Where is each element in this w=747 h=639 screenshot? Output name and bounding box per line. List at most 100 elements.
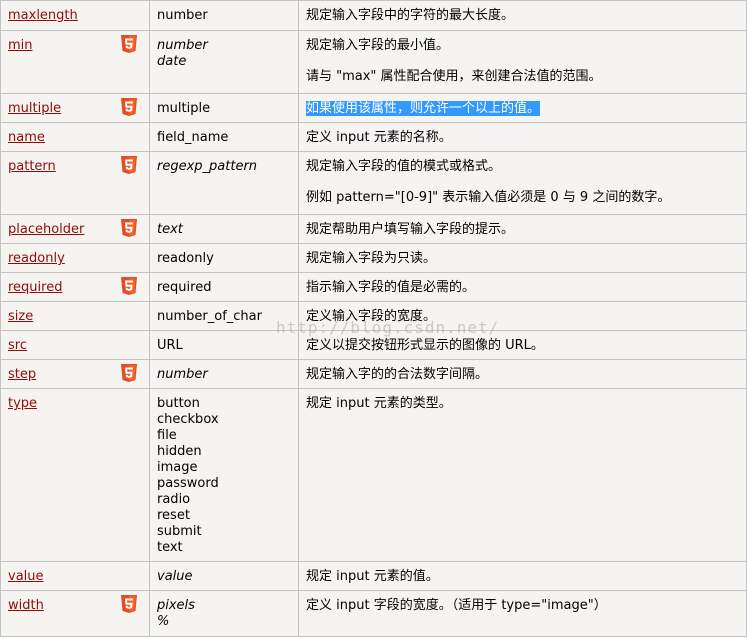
- description-cell: 规定 input 元素的类型。: [298, 388, 747, 562]
- attribute-value: file: [157, 428, 177, 443]
- description-cell: 定义以提交按钮形式显示的图像的 URL。: [298, 330, 747, 360]
- description-line: 规定帮助用户填写输入字段的提示。: [306, 222, 515, 237]
- attribute-cell: multiple: [0, 93, 150, 123]
- attribute-value: reset: [157, 508, 190, 523]
- description-line: 请与 "max" 属性配合使用，来创建合法值的范围。: [306, 69, 602, 84]
- table-row: type button checkbox file hidden image passwor…: [0, 388, 747, 562]
- attribute-link-size[interactable]: size: [8, 309, 33, 324]
- value-cell: number: [149, 359, 299, 389]
- table-row: width pixels% 定义 input 字段的宽度。（适用于 type="im…: [0, 590, 747, 637]
- attribute-value: text: [157, 222, 183, 237]
- table-row: readonly readonly 规定输入字段为只读。: [0, 243, 747, 273]
- attribute-link-name[interactable]: name: [8, 130, 45, 145]
- attribute-value: %: [157, 614, 170, 629]
- attribute-value: regexp_pattern: [157, 159, 258, 174]
- attribute-cell: width: [0, 590, 150, 637]
- attribute-value: readonly: [157, 251, 214, 266]
- attribute-value: required: [157, 280, 212, 295]
- description-text: 规定 input 元素的值。: [306, 569, 739, 585]
- description-line: 定义 input 元素的名称。: [306, 130, 452, 145]
- description-cell: 指示输入字段的值是必需的。: [298, 272, 747, 302]
- table-row: required required 指示输入字段的值是必需的。: [0, 272, 747, 302]
- table-row: min number date 规定输入字段的最小值。 请与 "max" 属性配合使用，…: [0, 30, 747, 94]
- attribute-link-min[interactable]: min: [8, 38, 33, 53]
- value-cell: number_of_char: [149, 301, 299, 331]
- attribute-value: date: [157, 54, 187, 69]
- value-cell: field_name: [149, 122, 299, 152]
- description-text: 定义 input 字段的宽度。（适用于 type="image"）: [306, 598, 739, 614]
- attribute-cell: size: [0, 301, 150, 331]
- attribute-cell: src: [0, 330, 150, 360]
- html5-icon: [121, 156, 137, 174]
- html5-icon: [121, 364, 137, 382]
- value-cell: URL: [149, 330, 299, 360]
- table-row: pattern regexp_pattern 规定输入字段的值的模式或格式。 例如 p…: [0, 151, 747, 215]
- attribute-cell: min: [0, 30, 150, 94]
- attribute-cell: readonly: [0, 243, 150, 273]
- attribute-link-readonly[interactable]: readonly: [8, 251, 65, 266]
- description-cell: 定义 input 字段的宽度。（适用于 type="image"）: [298, 590, 747, 637]
- description-line: 定义 input 字段的宽度。（适用于 type="image"）: [306, 598, 607, 613]
- attribute-cell: type: [0, 388, 150, 562]
- attribute-link-width[interactable]: width: [8, 598, 44, 613]
- description-cell: 定义输入字段的宽度。: [298, 301, 747, 331]
- description-line: 规定 input 元素的类型。: [306, 396, 452, 411]
- table-row: src URL 定义以提交按钮形式显示的图像的 URL。: [0, 330, 747, 360]
- table-row: size number_of_char 定义输入字段的宽度。: [0, 301, 747, 331]
- description-text: 定义以提交按钮形式显示的图像的 URL。: [306, 338, 739, 354]
- description-text: 规定输入字段的值的模式或格式。: [306, 159, 739, 175]
- attribute-link-required[interactable]: required: [8, 280, 62, 295]
- attribute-value: value: [157, 569, 193, 584]
- attribute-link-maxlength[interactable]: maxlength: [8, 8, 78, 23]
- description-text: 规定输入字段为只读。: [306, 251, 739, 267]
- attribute-link-value[interactable]: value: [8, 569, 44, 584]
- description-text: 例如 pattern="[0-9]" 表示输入值必须是 0 与 9 之间的数字。: [306, 190, 739, 206]
- attribute-value: field_name: [157, 130, 229, 145]
- attribute-cell: step: [0, 359, 150, 389]
- description-cell: 规定输入字段的值的模式或格式。 例如 pattern="[0-9]" 表示输入值必…: [298, 151, 747, 215]
- description-line: 指示输入字段的值是必需的。: [306, 280, 476, 295]
- attribute-link-placeholder[interactable]: placeholder: [8, 222, 84, 237]
- description-text: 定义 input 元素的名称。: [306, 130, 739, 146]
- description-cell: 定义 input 元素的名称。: [298, 122, 747, 152]
- value-cell: number: [149, 0, 299, 31]
- attribute-cell: maxlength: [0, 0, 150, 31]
- attribute-value: submit: [157, 524, 202, 539]
- value-cell: button checkbox file hidden image password rad…: [149, 388, 299, 562]
- attributes-table-body: maxlength number 规定输入字段中的字符的最大长度。 min number…: [0, 0, 747, 637]
- html5-icon: [121, 219, 137, 237]
- description-cell: 如果使用该属性，则允许一个以上的值。: [298, 93, 747, 123]
- description-text: 规定输入字的的合法数字间隔。: [306, 367, 739, 383]
- attribute-cell: required: [0, 272, 150, 302]
- description-cell: 规定帮助用户填写输入字段的提示。: [298, 214, 747, 244]
- attribute-value: URL: [157, 338, 183, 353]
- attribute-link-step[interactable]: step: [8, 367, 36, 382]
- html5-icon: [121, 595, 137, 613]
- attribute-link-type[interactable]: type: [8, 396, 37, 411]
- attribute-value: hidden: [157, 444, 202, 459]
- attribute-link-pattern[interactable]: pattern: [8, 159, 56, 174]
- description-cell: 规定输入字段中的字符的最大长度。: [298, 0, 747, 31]
- description-text: 请与 "max" 属性配合使用，来创建合法值的范围。: [306, 69, 739, 85]
- value-cell: multiple: [149, 93, 299, 123]
- attributes-table: maxlength number 规定输入字段中的字符的最大长度。 min number…: [0, 0, 747, 637]
- attribute-value: number: [157, 8, 208, 23]
- attribute-cell: pattern: [0, 151, 150, 215]
- attribute-cell: placeholder: [0, 214, 150, 244]
- description-line: 定义输入字段的宽度。: [306, 309, 437, 324]
- table-row: value value 规定 input 元素的值。: [0, 561, 747, 591]
- attribute-value: image: [157, 460, 198, 475]
- description-line: 定义以提交按钮形式显示的图像的 URL。: [306, 338, 544, 353]
- attribute-cell: value: [0, 561, 150, 591]
- attribute-value: number: [157, 367, 208, 382]
- table-row: maxlength number 规定输入字段中的字符的最大长度。: [0, 0, 747, 31]
- description-cell: 规定输入字段为只读。: [298, 243, 747, 273]
- table-row: name field_name 定义 input 元素的名称。: [0, 122, 747, 152]
- attribute-link-src[interactable]: src: [8, 338, 27, 353]
- description-text: 规定输入字段中的字符的最大长度。: [306, 8, 739, 24]
- description-cell: 规定输入字的的合法数字间隔。: [298, 359, 747, 389]
- value-cell: required: [149, 272, 299, 302]
- value-cell: value: [149, 561, 299, 591]
- value-cell: number date: [149, 30, 299, 94]
- attribute-link-multiple[interactable]: multiple: [8, 101, 61, 116]
